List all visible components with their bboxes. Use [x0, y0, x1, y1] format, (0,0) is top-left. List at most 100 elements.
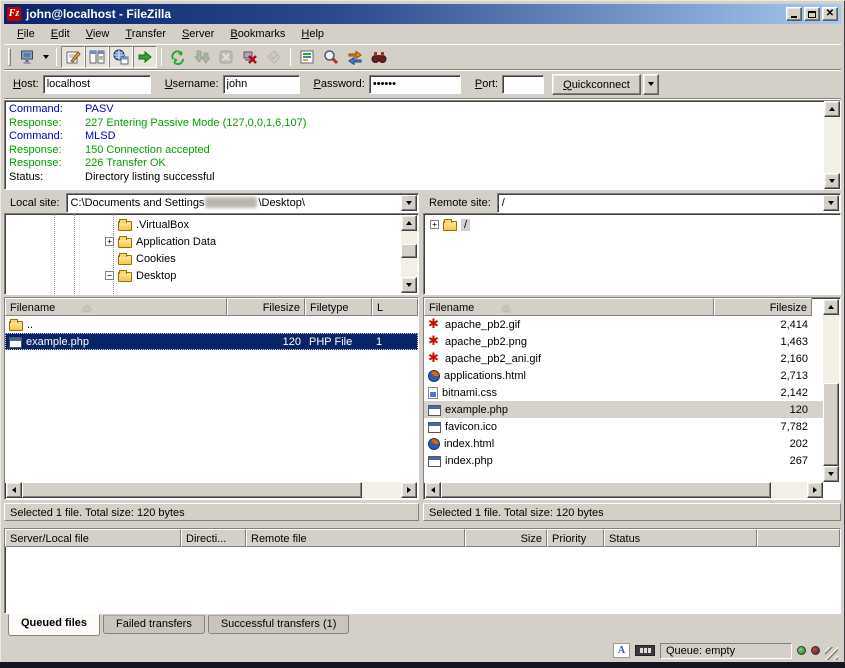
- queue-column-status[interactable]: Status: [604, 529, 757, 547]
- message-log: Command:PASVResponse:227 Entering Passiv…: [4, 100, 841, 190]
- local-tree-item[interactable]: .VirtualBox: [105, 216, 418, 233]
- username-input[interactable]: [223, 75, 300, 94]
- file-lastmod-cell: 1: [372, 336, 418, 348]
- expand-icon[interactable]: +: [430, 220, 439, 229]
- tree-guide-line: [54, 214, 55, 294]
- remote-hscroll-thumb[interactable]: [441, 482, 771, 498]
- menu-item-server[interactable]: Server: [174, 26, 222, 42]
- local-file-row[interactable]: ..: [5, 316, 418, 333]
- host-input[interactable]: [43, 75, 151, 94]
- queue-column-remotefile[interactable]: Remote file: [246, 529, 465, 547]
- menu-item-bookmarks[interactable]: Bookmarks: [222, 26, 293, 42]
- directory-filter-button[interactable]: [295, 46, 319, 68]
- quickconnect-button[interactable]: Quickconnect: [552, 74, 641, 95]
- quickconnect-dropdown[interactable]: [643, 74, 659, 95]
- local-tree-scroll-thumb[interactable]: [401, 244, 417, 258]
- password-input[interactable]: [369, 75, 461, 94]
- local-tree-item[interactable]: +Application Data: [105, 233, 418, 250]
- local-tree-item[interactable]: −Desktop: [105, 267, 418, 284]
- local-hscroll-right[interactable]: [401, 482, 417, 498]
- remote-vscroll-thumb[interactable]: [823, 383, 839, 466]
- local-hscroll-left[interactable]: [6, 482, 22, 498]
- log-line: Response:227 Entering Passive Mode (127,…: [9, 117, 820, 131]
- queue-column-size[interactable]: Size: [465, 529, 547, 547]
- toolbar-grip[interactable]: [8, 48, 11, 66]
- remote-file-row[interactable]: apache_pb2.gif2,414: [424, 316, 824, 333]
- remote-hscroll-right[interactable]: [807, 482, 823, 498]
- menu-item-view[interactable]: View: [78, 26, 118, 42]
- remote-tree-root[interactable]: + /: [430, 216, 840, 233]
- remote-file-row[interactable]: apache_pb2_ani.gif2,160: [424, 350, 824, 367]
- process-queue-button[interactable]: [190, 46, 214, 68]
- local-tree-scroll-up[interactable]: [401, 215, 417, 231]
- reconnect-button[interactable]: [262, 46, 286, 68]
- file-search-button[interactable]: [319, 46, 343, 68]
- file-name-cell: example.php: [424, 404, 714, 416]
- log-scroll-down[interactable]: [824, 173, 840, 189]
- remote-file-row[interactable]: example.php120: [424, 401, 824, 418]
- local-tree-scroll-down[interactable]: [401, 277, 417, 293]
- transfer-type-icon[interactable]: A: [613, 643, 630, 658]
- remote-site-combo[interactable]: /: [497, 193, 841, 213]
- remote-file-row[interactable]: index.php267: [424, 452, 824, 469]
- remote-file-row[interactable]: bitnami.css2,142: [424, 384, 824, 401]
- local-site-combo-arrow[interactable]: [401, 195, 417, 211]
- remote-site-combo-arrow[interactable]: [823, 195, 839, 211]
- process-queue-icon: [194, 49, 210, 65]
- column-header-l[interactable]: L: [372, 298, 418, 316]
- cancel-operation-button[interactable]: [214, 46, 238, 68]
- synchronized-browsing-button[interactable]: [343, 46, 367, 68]
- remote-vscroll-down[interactable]: [823, 466, 839, 482]
- port-input[interactable]: [502, 75, 544, 94]
- toggle-local-tree-button[interactable]: [85, 46, 109, 68]
- transfer-queue: Server/Local fileDirecti...Remote fileSi…: [4, 528, 841, 614]
- log-scroll-track[interactable]: [824, 117, 840, 173]
- remote-file-row[interactable]: favicon.ico7,782: [424, 418, 824, 435]
- tab-failed-transfers[interactable]: Failed transfers: [103, 615, 205, 634]
- column-header-filesize[interactable]: Filesize: [227, 298, 305, 316]
- local-file-row[interactable]: example.php120PHP File1: [5, 333, 418, 350]
- log-scroll-up[interactable]: [824, 101, 840, 117]
- local-site-combo[interactable]: C:\Documents and Settings\Desktop\: [66, 193, 419, 213]
- menu-item-transfer[interactable]: Transfer: [117, 26, 174, 42]
- queue-column-directi[interactable]: Directi...: [181, 529, 246, 547]
- queue-column-priority[interactable]: Priority: [547, 529, 604, 547]
- remote-vscroll-up[interactable]: [823, 299, 839, 315]
- queue-column-serverlocalfile[interactable]: Server/Local file: [5, 529, 181, 547]
- site-manager-dropdown[interactable]: [39, 46, 52, 68]
- column-header-filesize[interactable]: Filesize: [714, 298, 812, 316]
- menu-item-help[interactable]: Help: [293, 26, 332, 42]
- menu-item-file[interactable]: File: [9, 26, 43, 42]
- column-header-filename[interactable]: Filename: [424, 298, 714, 316]
- column-header-filetype[interactable]: Filetype: [305, 298, 372, 316]
- remote-hscroll-left[interactable]: [425, 482, 441, 498]
- toggle-message-log-button[interactable]: [61, 46, 85, 68]
- collapse-icon[interactable]: −: [105, 271, 114, 280]
- remote-file-list: FilenameFilesize apache_pb2.gif2,414apac…: [423, 297, 841, 500]
- maximize-button[interactable]: [804, 7, 820, 21]
- disconnect-button[interactable]: [238, 46, 262, 68]
- toggle-remote-tree-button[interactable]: [109, 46, 133, 68]
- refresh-button[interactable]: [166, 46, 190, 68]
- tab-queued-files[interactable]: Queued files: [8, 614, 100, 636]
- folder-icon: [118, 255, 132, 265]
- remote-file-row[interactable]: apache_pb2.png1,463: [424, 333, 824, 350]
- close-button[interactable]: ✕: [822, 7, 838, 21]
- tree-guide-line: [74, 214, 75, 294]
- local-tree-item[interactable]: Cookies: [105, 250, 418, 267]
- resize-grip[interactable]: [825, 647, 838, 660]
- tab-successful-transfers-[interactable]: Successful transfers (1): [208, 615, 350, 634]
- file-size-cell: 2,414: [714, 319, 812, 331]
- menu-item-edit[interactable]: Edit: [43, 26, 78, 42]
- remote-file-row[interactable]: applications.html2,713: [424, 367, 824, 384]
- compare-directories-button[interactable]: [367, 46, 391, 68]
- minimize-button[interactable]: [786, 7, 802, 21]
- speed-limits-icon[interactable]: [635, 645, 655, 656]
- remote-file-row[interactable]: index.html202: [424, 435, 824, 452]
- toggle-transfer-queue-button[interactable]: [133, 46, 157, 68]
- site-manager-button[interactable]: [15, 46, 39, 68]
- column-header-filename[interactable]: Filename: [5, 298, 227, 316]
- expand-icon[interactable]: +: [105, 237, 114, 246]
- local-hscroll-thumb[interactable]: [22, 482, 362, 498]
- expander-slot: +: [105, 237, 118, 246]
